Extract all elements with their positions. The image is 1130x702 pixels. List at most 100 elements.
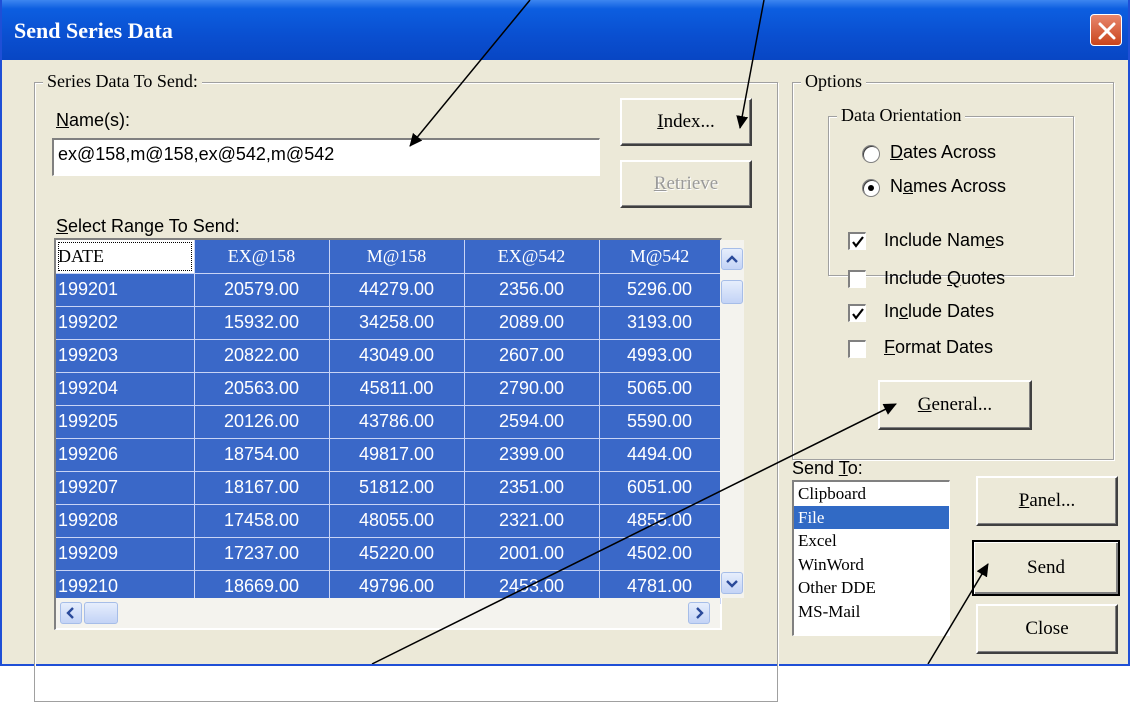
include-names-label: Include Names [884, 230, 1005, 250]
include-quotes-label: Include Quotes [884, 268, 1006, 288]
send-to-listbox[interactable]: Clipboard File Excel WinWord Other DDE M… [792, 480, 950, 636]
retrieve-button: Retrieve [620, 160, 752, 208]
table-cell[interactable]: 199206 [56, 438, 195, 472]
table-cell[interactable]: 5590.00 [599, 405, 721, 439]
table-cell[interactable]: 45811.00 [329, 372, 465, 406]
table-cell[interactable]: 2790.00 [464, 372, 600, 406]
table-row[interactable]: 199205 20126.00 43786.00 2594.00 5590.00 [56, 405, 721, 439]
general-button[interactable]: General... [878, 380, 1032, 430]
column-header[interactable]: EX@542 [464, 240, 600, 274]
table-row[interactable]: 199207 18167.00 51812.00 2351.00 6051.00 [56, 471, 721, 505]
table-cell[interactable]: 4502.00 [599, 537, 721, 571]
table-cell[interactable]: 199202 [56, 306, 195, 340]
table-cell[interactable]: 18754.00 [194, 438, 330, 472]
table-cell[interactable]: 199207 [56, 471, 195, 505]
title-bar[interactable]: Send Series Data [2, 0, 1128, 60]
send-to-label: Send To: [792, 458, 863, 478]
table-cell[interactable]: 4993.00 [599, 339, 721, 373]
table-cell[interactable]: 2607.00 [464, 339, 600, 373]
include-dates-checkbox[interactable] [848, 304, 866, 322]
table-cell[interactable]: 199209 [56, 537, 195, 571]
column-header[interactable]: M@158 [329, 240, 465, 274]
table-cell[interactable]: 5296.00 [599, 273, 721, 307]
table-cell[interactable]: 43786.00 [329, 405, 465, 439]
scroll-up-button[interactable] [721, 248, 743, 270]
table-cell[interactable]: 2321.00 [464, 504, 600, 538]
send-to-option-file[interactable]: File [794, 505, 949, 529]
table-row[interactable]: 199209 17237.00 45220.00 2001.00 4502.00 [56, 537, 721, 571]
table-cell[interactable]: 18167.00 [194, 471, 330, 505]
table-cell[interactable]: 5065.00 [599, 372, 721, 406]
table-cell[interactable]: 34258.00 [329, 306, 465, 340]
table-cell[interactable]: 199208 [56, 504, 195, 538]
include-quotes-checkbox[interactable] [848, 270, 866, 288]
table-cell[interactable]: 17458.00 [194, 504, 330, 538]
send-to-option-winword[interactable]: WinWord [794, 553, 949, 577]
table-cell[interactable]: 4494.00 [599, 438, 721, 472]
table-cell[interactable]: 49817.00 [329, 438, 465, 472]
column-header[interactable]: M@542 [599, 240, 721, 274]
table-cell[interactable]: 2089.00 [464, 306, 600, 340]
scroll-down-button[interactable] [721, 572, 743, 594]
horizontal-scrollbar[interactable] [56, 598, 720, 628]
table-row[interactable]: 199203 20822.00 43049.00 2607.00 4993.00 [56, 339, 721, 373]
names-across-radio[interactable] [862, 179, 880, 197]
horizontal-scroll-thumb[interactable] [84, 602, 118, 624]
table-cell[interactable]: 2001.00 [464, 537, 600, 571]
column-header[interactable]: EX@158 [194, 240, 330, 274]
table-cell[interactable]: 2399.00 [464, 438, 600, 472]
vertical-scrollbar[interactable] [720, 240, 744, 598]
data-grid[interactable]: DATE EX@158 M@158 EX@542 M@542 199201 20… [54, 238, 744, 630]
scroll-right-button[interactable] [688, 602, 710, 624]
dates-across-radio[interactable] [862, 145, 880, 163]
table-row[interactable]: 199202 15932.00 34258.00 2089.00 3193.00 [56, 306, 721, 340]
close-window-button[interactable] [1090, 14, 1122, 46]
table-row[interactable]: 199204 20563.00 45811.00 2790.00 5065.00 [56, 372, 721, 406]
dates-across-label: Dates Across [890, 142, 997, 162]
table-cell[interactable]: 20563.00 [194, 372, 330, 406]
table-cell[interactable]: 51812.00 [329, 471, 465, 505]
table-cell[interactable]: 44279.00 [329, 273, 465, 307]
table-cell[interactable]: 20579.00 [194, 273, 330, 307]
send-to-option-other-dde[interactable]: Other DDE [794, 576, 949, 600]
table-cell[interactable]: 199203 [56, 339, 195, 373]
table-cell[interactable]: 3193.00 [599, 306, 721, 340]
chevron-down-icon [726, 580, 738, 588]
vertical-scroll-thumb[interactable] [721, 280, 743, 304]
send-to-option-excel[interactable]: Excel [794, 529, 949, 553]
include-names-checkbox[interactable] [848, 232, 866, 250]
format-dates-checkbox[interactable] [848, 340, 866, 358]
table-cell[interactable]: 2356.00 [464, 273, 600, 307]
scroll-left-button[interactable] [60, 602, 82, 624]
table-cell[interactable]: 2594.00 [464, 405, 600, 439]
table-cell[interactable]: 199205 [56, 405, 195, 439]
close-button[interactable]: Close [976, 604, 1118, 654]
panel-button[interactable]: Panel... [976, 476, 1118, 526]
table-cell[interactable]: 2351.00 [464, 471, 600, 505]
table-cell[interactable]: 199201 [56, 273, 195, 307]
column-header[interactable]: DATE [56, 240, 195, 274]
table-row[interactable]: 199208 17458.00 48055.00 2321.00 4855.00 [56, 504, 721, 538]
table-cell[interactable]: 199204 [56, 372, 195, 406]
table-cell[interactable]: 48055.00 [329, 504, 465, 538]
index-button[interactable]: Index... [620, 98, 752, 146]
table-cell[interactable]: 17237.00 [194, 537, 330, 571]
checkmark-icon [852, 236, 864, 248]
table-row[interactable]: 199206 18754.00 49817.00 2399.00 4494.00 [56, 438, 721, 472]
table-cell[interactable]: 43049.00 [329, 339, 465, 373]
window-title: Send Series Data [14, 18, 173, 43]
table-row[interactable]: 199201 20579.00 44279.00 2356.00 5296.00 [56, 273, 721, 307]
send-to-option-clipboard[interactable]: Clipboard [794, 482, 949, 506]
table-cell[interactable]: 15932.00 [194, 306, 330, 340]
table-cell[interactable]: 20822.00 [194, 339, 330, 373]
table-cell[interactable]: 6051.00 [599, 471, 721, 505]
table-cell[interactable]: 45220.00 [329, 537, 465, 571]
table-cell[interactable]: 20126.00 [194, 405, 330, 439]
checkmark-icon [852, 308, 864, 320]
send-button[interactable]: Send [972, 540, 1120, 596]
table-cell[interactable]: 4855.00 [599, 504, 721, 538]
send-to-option-ms-mail[interactable]: MS-Mail [794, 600, 949, 624]
select-range-label: Select Range To Send: [56, 216, 240, 236]
names-input[interactable]: ex@158,m@158,ex@542,m@542 [52, 138, 600, 176]
dialog-body: Series Data To Send: Name(s): ex@158,m@1… [2, 60, 1128, 702]
